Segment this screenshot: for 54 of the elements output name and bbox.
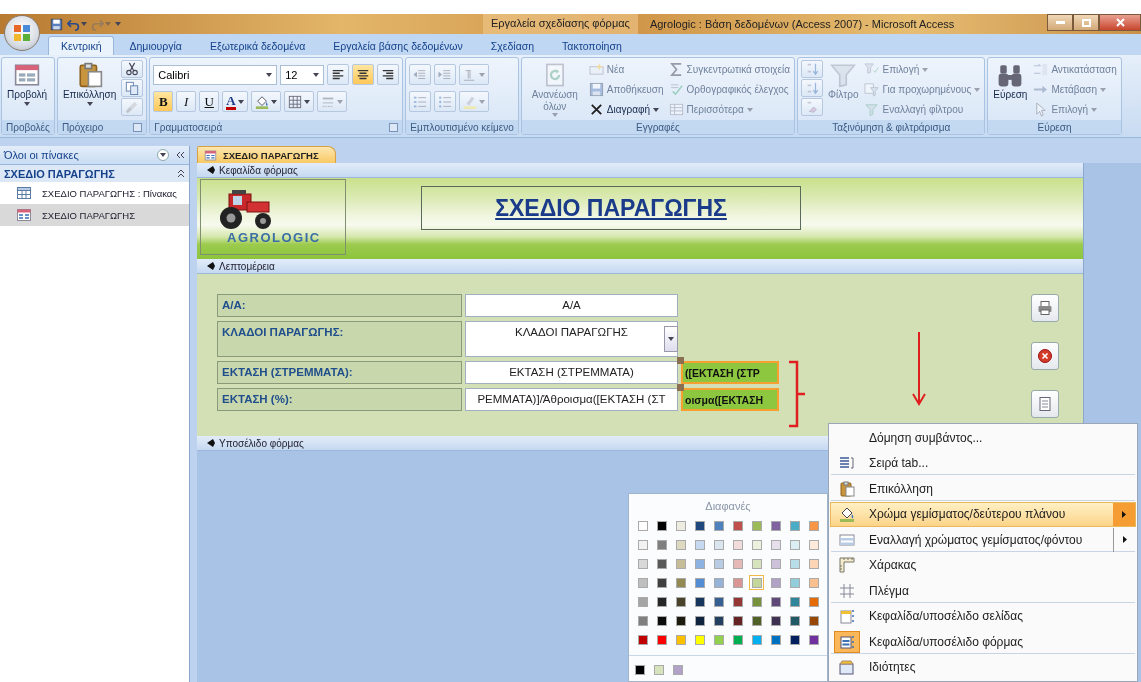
text-box[interactable]: ΡΕΜΜΑΤΑ)]/Άθροισμα([ΕΚΤΑΣΗ (ΣΤ xyxy=(465,388,678,411)
group-label: Εύρεση xyxy=(1037,121,1072,133)
nav-item[interactable]: ΣΧΕΔΙΟ ΠΑΡΑΓΩΓΗΣ xyxy=(0,204,189,226)
document-tab[interactable]: ΣΧΕΔΙΟ ΠΑΡΑΓΩΓΗΣ xyxy=(197,146,336,163)
menu-item[interactable]: Σειρά tab... xyxy=(830,450,1136,476)
group-label: Ταξινόμηση & φιλτράρισμα xyxy=(832,121,951,133)
nav-group-header[interactable]: ΣΧΕΔΙΟ ΠΑΡΑΓΩΓΗΣ xyxy=(0,165,189,182)
paste-button[interactable]: Επικόλληση xyxy=(60,60,119,108)
menu-item[interactable]: Κεφαλίδα/υποσέλιδο σελίδας xyxy=(830,603,1136,629)
form-title: ΣΧΕΔΙΟ ΠΑΡΑΓΩΓΗΣ xyxy=(495,194,727,222)
font-size-field[interactable]: 12 xyxy=(280,64,325,85)
menu-item[interactable]: Χάρακας xyxy=(830,552,1136,578)
window-title: Agrologic : Βάση δεδομένων (Access 2007) - Microsoft Access xyxy=(649,18,955,30)
field-label: ΕΚΤΑΣΗ (%): xyxy=(217,388,462,411)
palette-title: Διαφανές xyxy=(705,500,751,512)
view-button[interactable]: Προβολή xyxy=(5,60,50,108)
group-label: Πρόχειρο xyxy=(61,121,104,133)
ribbon-tab[interactable]: Δημιουργία xyxy=(116,36,195,55)
logo-text: AGROLOGIC xyxy=(227,230,321,245)
section-title: Κεφαλίδα φόρμας xyxy=(219,164,298,176)
menu-item[interactable]: Ιδιότητες xyxy=(830,654,1136,680)
menu-item[interactable]: Επικόλληση xyxy=(830,476,1136,502)
ribbon-tab[interactable]: Εργαλεία βάσης δεδομένων xyxy=(320,36,476,55)
field-label: ΕΚΤΑΣΗ (ΣΤΡΕΜΜΑΤΑ): xyxy=(217,361,462,384)
group-label: Εμπλουτισμένο κείμενο xyxy=(410,121,514,133)
menu-item[interactable]: Κεφαλίδα/υποσέλιδο φόρμας xyxy=(830,629,1136,655)
menu-item[interactable]: Δόμηση συμβάντος... xyxy=(830,425,1136,451)
group-label: Προβολές xyxy=(6,121,50,133)
text-box[interactable]: ΕΚΤΑΣΗ (ΣΤΡΕΜΜΑΤΑ) xyxy=(465,361,678,384)
find-button[interactable]: Εύρεση xyxy=(991,60,1030,103)
nav-group-title: ΣΧΕΔΙΟ ΠΑΡΑΓΩΓΗΣ xyxy=(4,167,115,180)
ribbon-tab[interactable]: Σχεδίαση xyxy=(477,36,548,55)
underline-button[interactable]: U xyxy=(199,91,220,112)
delete-button[interactable]: Διαγραφή xyxy=(587,100,665,119)
field-label: ΚΛΑΔΟΙ ΠΑΡΑΓΩΓΗΣ: xyxy=(217,321,462,357)
font-color-button[interactable]: A xyxy=(222,91,248,112)
font-name-field[interactable]: Calibri xyxy=(153,64,278,85)
ribbon-tab[interactable]: Τακτοποίηση xyxy=(549,36,635,55)
nav-title: Όλοι οι πίνακες xyxy=(4,149,80,161)
combo-box[interactable]: ΚΛΑΔΟΙ ΠΑΡΑΓΩΓΗΣ xyxy=(465,321,678,357)
context-tab-label: Εργαλεία σχεδίασης φόρμας xyxy=(483,14,638,34)
ribbon-tab[interactable]: Κεντρική xyxy=(48,36,115,55)
menu-item[interactable]: Εναλλαγή χρώματος γεμίσματος/φόντου xyxy=(830,527,1136,553)
group-label: Εγγραφές xyxy=(636,121,680,133)
ribbon-tab[interactable]: Εξωτερικά δεδομένα xyxy=(196,36,319,55)
field-label: Α/Α: xyxy=(217,294,462,317)
section-title: Υποσέλιδο φόρμας xyxy=(219,437,304,449)
italic-button[interactable]: I xyxy=(176,91,197,112)
menu-item[interactable]: Πλέγμα xyxy=(830,578,1136,604)
group-label: Γραμματοσειρά xyxy=(154,121,223,133)
bold-button[interactable]: B xyxy=(153,91,174,112)
text-box[interactable]: Α/Α xyxy=(465,294,678,317)
menu-item[interactable]: Χρώμα γεμίσματος/δεύτερου πλάνου xyxy=(830,501,1136,527)
section-title: Λεπτομέρεια xyxy=(219,260,275,272)
